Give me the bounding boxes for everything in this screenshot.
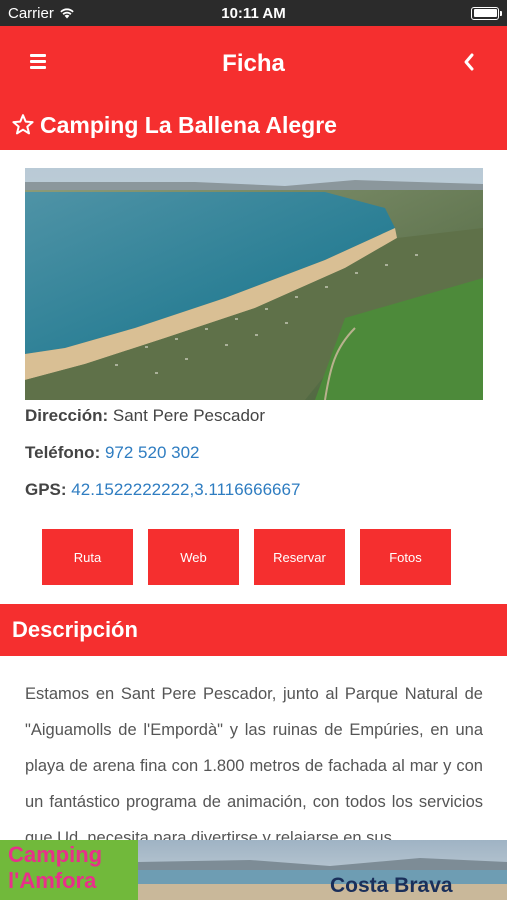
address-label: Dirección: — [25, 406, 109, 425]
address-value: Sant Pere Pescador — [112, 406, 266, 425]
status-time: 10:11 AM — [221, 4, 286, 22]
description-text: Estamos en Sant Pere Pescador, junto al … — [25, 685, 483, 840]
battery-icon — [471, 6, 502, 20]
camping-name: Camping La Ballena Alegre — [40, 111, 337, 138]
address-row: Dirección: Sant Pere Pescador — [25, 406, 265, 426]
ad-brand-line1: Camping — [8, 842, 103, 867]
description-heading: Descripción — [0, 604, 507, 656]
gps-link[interactable]: 42.1522222222,3.1116666667 — [71, 480, 300, 499]
phone-label: Teléfono: — [25, 443, 101, 462]
photos-button[interactable]: Fotos — [360, 529, 451, 585]
nav-bar: Ficha — [0, 26, 507, 100]
phone-link[interactable]: 972 520 302 — [105, 443, 200, 462]
gps-label: GPS: — [25, 480, 67, 499]
ad-brand-line2: l'Amfora — [8, 868, 97, 893]
gps-row: GPS: 42.1522222222,3.1116666667 — [25, 480, 300, 500]
web-button[interactable]: Web — [148, 529, 239, 585]
action-buttons: Ruta Web Reservar Fotos — [42, 529, 451, 585]
reserve-button[interactable]: Reservar — [254, 529, 345, 585]
camping-title-bar: Camping La Ballena Alegre — [0, 100, 507, 150]
route-button[interactable]: Ruta — [42, 529, 133, 585]
back-chevron-icon[interactable] — [461, 52, 477, 72]
page-title: Ficha — [222, 50, 285, 77]
phone-row: Teléfono: 972 520 302 — [25, 443, 200, 463]
favorite-star-icon[interactable] — [11, 113, 35, 137]
ad-banner[interactable]: Camping l'Amfora Costa Brava — [0, 840, 507, 900]
camping-photo — [25, 168, 483, 400]
ad-region: Costa Brava — [330, 874, 453, 897]
status-bar: Carrier 10:11 AM — [0, 0, 507, 26]
